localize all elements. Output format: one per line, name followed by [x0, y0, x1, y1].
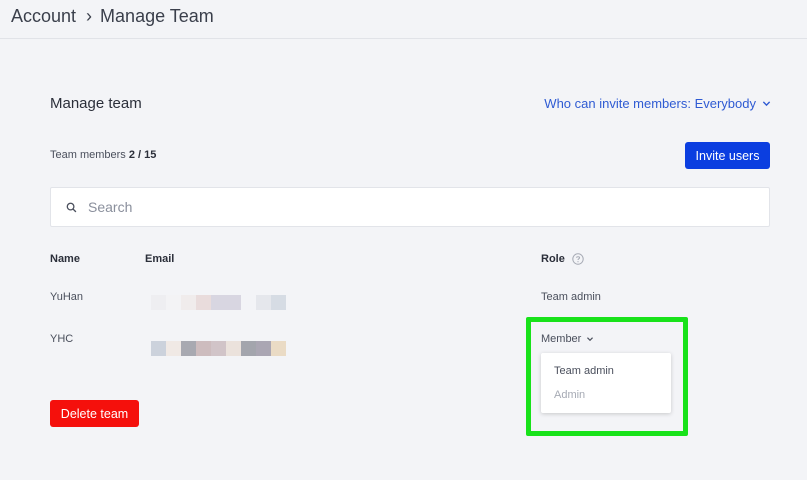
redacted-email: [151, 341, 286, 356]
team-members-count: Team members 2 / 15: [50, 149, 156, 161]
search-icon: [66, 202, 77, 212]
role-option-admin: Admin: [554, 389, 586, 401]
member-name: YHC: [50, 333, 74, 345]
search-box[interactable]: [50, 187, 770, 227]
chevron-down-icon: [762, 101, 771, 107]
member-role: Team admin: [541, 291, 601, 303]
column-header-role-label: Role: [541, 253, 565, 265]
team-members-label: Team members: [50, 149, 126, 161]
column-header-name: Name: [50, 253, 80, 265]
breadcrumb: Account › Manage Team: [11, 6, 214, 27]
section-title: Manage team: [50, 95, 142, 112]
invite-policy-dropdown[interactable]: Who can invite members: Everybody: [544, 96, 771, 111]
top-bar: Account › Manage Team: [0, 0, 807, 39]
help-circle-icon[interactable]: [572, 253, 584, 265]
role-dropdown-menu: Team admin Admin: [541, 353, 671, 413]
search-input[interactable]: [88, 199, 688, 215]
role-select[interactable]: Member: [541, 333, 594, 345]
invite-users-button[interactable]: Invite users: [685, 142, 770, 169]
page-title: Manage Team: [100, 6, 214, 26]
role-select-value: Member: [541, 333, 582, 345]
breadcrumb-account-link[interactable]: Account: [11, 6, 76, 27]
chevron-down-icon: [587, 337, 594, 342]
role-option-team-admin[interactable]: Team admin: [554, 365, 614, 377]
chevron-right-icon: ›: [86, 6, 93, 26]
column-header-role: Role: [541, 253, 584, 265]
team-members-value: 2 / 15: [128, 149, 157, 161]
delete-team-button[interactable]: Delete team: [50, 400, 139, 427]
redacted-email: [151, 295, 286, 310]
column-header-email: Email: [145, 253, 175, 265]
member-name: YuHan: [50, 291, 84, 303]
invite-policy-label: Who can invite members: Everybody: [544, 96, 756, 111]
